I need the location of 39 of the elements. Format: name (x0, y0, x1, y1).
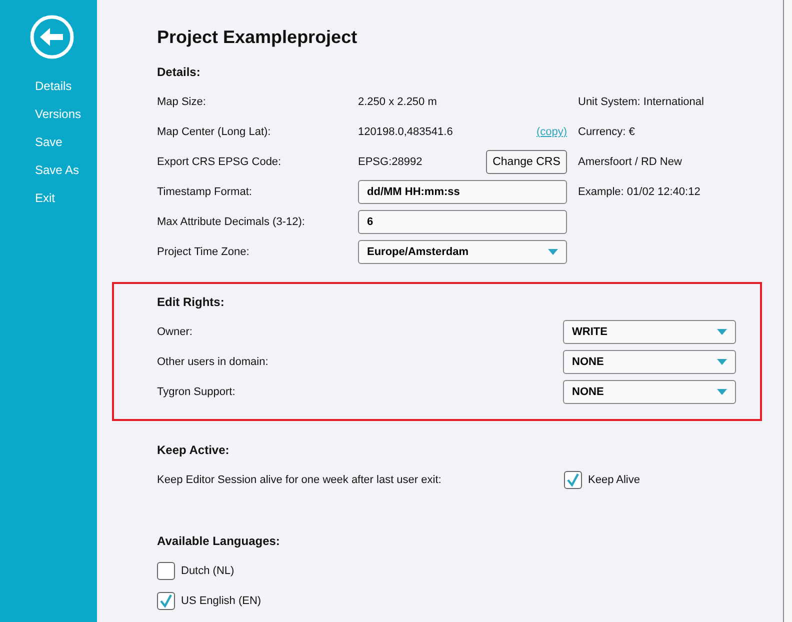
field-value: 120198.0,483541.6 (358, 126, 453, 138)
section-heading: Keep Active: (157, 442, 230, 459)
field-note: Unit System: International (578, 96, 705, 108)
field-label: Owner: (157, 326, 192, 338)
input-field[interactable]: 6 (358, 210, 567, 234)
field-note: Currency: € (578, 126, 636, 138)
checkbox[interactable] (564, 471, 582, 489)
field-label: Map Size: (157, 96, 206, 108)
field-label: Other users in domain: (157, 356, 268, 368)
field-note: Amersfoort / RD New (578, 156, 683, 168)
dropdown[interactable]: Europe/Amsterdam (358, 240, 567, 264)
field-label: Export CRS EPSG Code: (157, 156, 282, 168)
field-label: Project Time Zone: (157, 246, 250, 258)
page-title: Project Exampleproject (157, 26, 358, 49)
field-label: Max Attribute Decimals (3-12): (157, 216, 305, 228)
checkbox-label: US English (EN) (181, 595, 262, 607)
field-note: Example: 01/02 12:40:12 (578, 186, 702, 198)
field-value: 2.250 x 2.250 m (358, 96, 437, 108)
caret-icon (717, 359, 727, 365)
change-crs-button[interactable]: Change CRS (486, 150, 567, 174)
caret-icon (717, 389, 727, 395)
checkbox-label: Keep Alive (588, 474, 640, 486)
caret-icon (717, 329, 727, 335)
input-field[interactable]: dd/MM HH:mm:ss (358, 180, 567, 204)
section-heading: Details: (157, 64, 200, 81)
dropdown[interactable]: NONE (563, 380, 736, 404)
description-text: Keep Editor Session alive for one week after last user exit: (157, 474, 442, 486)
section-heading: Available Languages: (157, 533, 280, 550)
field-label: Map Center (Long Lat): (157, 126, 271, 138)
field-label: Timestamp Format: (157, 186, 252, 198)
caret-icon (548, 249, 558, 255)
checkbox[interactable] (157, 592, 175, 610)
checkbox[interactable] (157, 562, 175, 580)
field-value: EPSG:28992 (358, 156, 422, 168)
checkbox-label: Dutch (NL) (181, 565, 234, 577)
dropdown[interactable]: NONE (563, 350, 736, 374)
section-heading: Edit Rights: (157, 294, 224, 311)
dropdown[interactable]: WRITE (563, 320, 736, 344)
field-label: Tygron Support: (157, 386, 236, 398)
